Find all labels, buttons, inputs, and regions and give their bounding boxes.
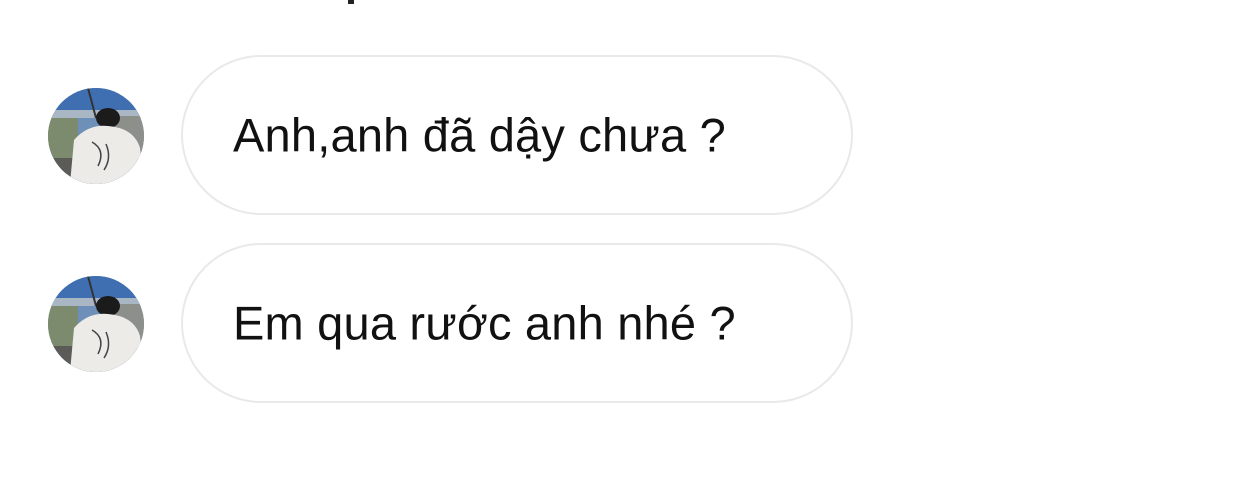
contact-avatar[interactable] (48, 88, 144, 184)
avatar-photo-icon (48, 276, 144, 372)
message-text: Anh,anh đã dậy chưa ? (233, 108, 726, 162)
cut-off-message-fragment (230, 0, 786, 21)
message-row: Anh,anh đã dậy chưa ? (48, 55, 868, 219)
message-bubble[interactable]: Anh,anh đã dậy chưa ? (181, 55, 853, 215)
message-row: Em qua rước anh nhé ? (48, 243, 868, 407)
message-text: Em qua rước anh nhé ? (233, 296, 736, 350)
cut-off-glyph-fragments (348, 0, 786, 4)
message-bubble[interactable]: Em qua rước anh nhé ? (181, 243, 853, 403)
avatar-photo-icon (48, 88, 144, 184)
contact-avatar[interactable] (48, 276, 144, 372)
chat-thread: Anh,anh đã dậy chưa ? Em qua rước anh nh… (0, 0, 1242, 489)
